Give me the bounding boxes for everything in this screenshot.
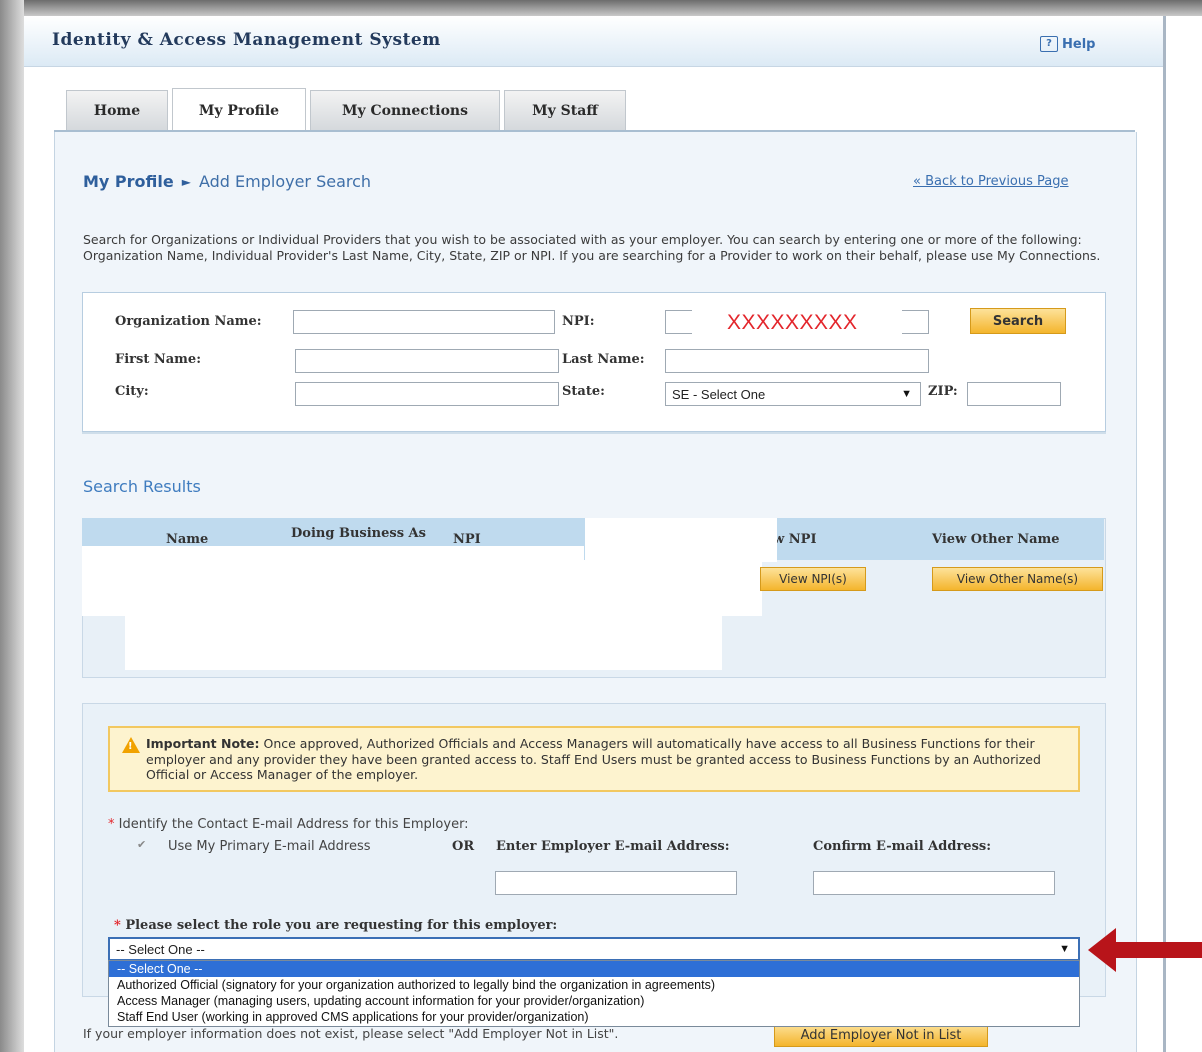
npi-label: NPI: (562, 314, 595, 329)
tab-my-profile[interactable]: My Profile (172, 88, 306, 132)
search-button[interactable]: Search (970, 308, 1066, 334)
first-name-input[interactable] (295, 349, 559, 373)
confirm-email-input[interactable] (813, 871, 1055, 895)
results-redaction-header (585, 518, 777, 562)
tab-my-connections[interactable]: My Connections (310, 90, 500, 131)
help-label: Help (1062, 36, 1096, 52)
chevron-down-icon: ▼ (1059, 943, 1070, 955)
or-label: OR (452, 839, 475, 854)
email-prompt: * Identify the Contact E-mail Address fo… (108, 817, 469, 832)
use-primary-email-checkbox[interactable]: ✔ (137, 838, 146, 851)
column-header-doing-business-as: Doing Business As (291, 526, 426, 541)
required-marker: * (108, 817, 115, 832)
last-name-input[interactable] (665, 349, 929, 373)
last-name-label: Last Name: (562, 352, 645, 367)
org-name-input[interactable] (293, 310, 555, 334)
role-prompt: * Please select the role you are request… (114, 918, 557, 933)
column-header-npi: NPI (453, 532, 481, 547)
back-to-previous-link[interactable]: « Back to Previous Page (913, 174, 1069, 189)
app-header: Identity & Access Management System ? He… (24, 16, 1163, 67)
search-results-title: Search Results (83, 477, 201, 496)
role-prompt-text: Please select the role you are requestin… (125, 918, 558, 933)
help-icon: ? (1040, 36, 1058, 52)
search-instructions: Search for Organizations or Individual P… (83, 232, 1101, 263)
breadcrumb-arrow-icon: ► (181, 174, 191, 189)
chevron-down-icon: ▼ (901, 388, 912, 400)
required-marker: * (114, 918, 121, 933)
window-left-frame (0, 0, 24, 1052)
confirm-email-label: Confirm E-mail Address: (813, 839, 992, 854)
view-other-name-button[interactable]: View Other Name(s) (932, 567, 1103, 591)
window-right-border (1163, 16, 1166, 1052)
add-employer-note: If your employer information does not ex… (83, 1026, 619, 1041)
city-input[interactable] (295, 382, 559, 406)
help-link[interactable]: ? Help (1040, 36, 1095, 52)
main-tabs: Home My Profile My Connections My Staff (66, 88, 630, 132)
window-top-frame (0, 0, 1202, 16)
breadcrumb: My Profile ► Add Employer Search (83, 172, 371, 191)
first-name-label: First Name: (115, 352, 201, 367)
important-note-title: Important Note: (146, 736, 260, 751)
annotation-arrow-icon (1088, 928, 1202, 972)
role-option-access-manager[interactable]: Access Manager (managing users, updating… (109, 993, 1079, 1009)
important-note-text: Important Note: Once approved, Authorize… (146, 736, 1066, 783)
role-option-staff-end-user[interactable]: Staff End User (working in approved CMS … (109, 1009, 1079, 1025)
column-header-name: Name (166, 532, 209, 547)
state-select[interactable]: SE - Select One ▼ (665, 382, 921, 406)
npi-value: XXXXXXXXX (727, 311, 858, 334)
view-npi-button[interactable]: View NPI(s) (760, 567, 866, 591)
tab-my-staff[interactable]: My Staff (504, 90, 626, 131)
role-select[interactable]: -- Select One -- ▼ (108, 937, 1080, 961)
city-label: City: (115, 384, 149, 399)
zip-label: ZIP: (928, 384, 958, 399)
warning-icon-mark: ! (128, 741, 133, 752)
important-note-body: Once approved, Authorized Officials and … (146, 736, 1041, 782)
org-name-label: Organization Name: (115, 314, 262, 329)
use-primary-email-label: Use My Primary E-mail Address (168, 839, 371, 854)
column-header-view-other-name: View Other Name (932, 532, 1060, 547)
email-prompt-text: Identify the Contact E-mail Address for … (118, 817, 469, 832)
role-dropdown-list: -- Select One -- Authorized Official (si… (108, 960, 1080, 1027)
employer-email-input[interactable] (495, 871, 737, 895)
results-redaction-row (82, 560, 762, 616)
breadcrumb-current: Add Employer Search (198, 172, 372, 191)
role-option-authorized-official[interactable]: Authorized Official (signatory for your … (109, 977, 1079, 993)
state-select-value: SE - Select One (672, 386, 766, 402)
zip-input[interactable] (967, 382, 1061, 406)
role-select-value: -- Select One -- (116, 941, 205, 957)
tab-home[interactable]: Home (66, 90, 168, 131)
app-title: Identity & Access Management System (52, 30, 441, 50)
role-option[interactable]: -- Select One -- (109, 961, 1079, 977)
breadcrumb-parent[interactable]: My Profile (83, 172, 174, 191)
important-note: ! Important Note: Once approved, Authori… (108, 726, 1080, 792)
state-label: State: (562, 384, 605, 399)
employer-email-label: Enter Employer E-mail Address: (496, 839, 730, 854)
results-redaction-row-lower (125, 616, 722, 670)
